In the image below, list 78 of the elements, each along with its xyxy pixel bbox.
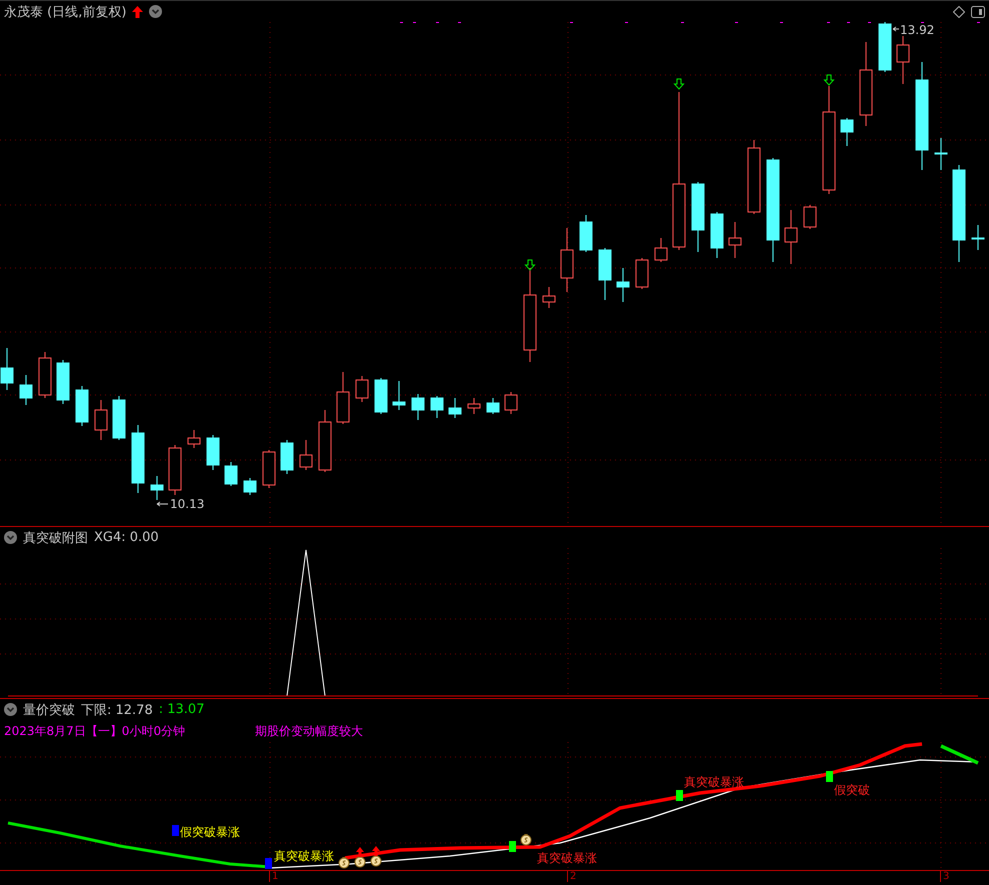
candlestick xyxy=(356,376,368,402)
info-text: 2023年8月7日【一】0小时0分钟 xyxy=(4,722,186,740)
candlestick xyxy=(206,434,220,470)
candlestick xyxy=(38,352,52,398)
chart-title: 永茂泰 (日线,前复权) xyxy=(4,4,126,20)
panel-toggle-icon[interactable] xyxy=(971,6,985,18)
candlestick xyxy=(616,268,630,302)
signal-label: 假突破 xyxy=(834,783,870,797)
pointer-icon xyxy=(892,26,900,32)
indicator-title: 量价突破 xyxy=(23,702,75,718)
candlestick xyxy=(804,204,816,230)
candlestick xyxy=(150,476,164,500)
candlestick xyxy=(468,398,480,414)
candlestick xyxy=(430,396,444,418)
candlestick xyxy=(168,444,182,496)
money-bag-icon xyxy=(370,855,382,866)
candlestick xyxy=(392,380,406,410)
candlestick xyxy=(728,222,742,258)
candlestick xyxy=(262,450,276,488)
candlestick xyxy=(934,138,948,170)
candlestick xyxy=(112,396,126,440)
collapse-icon[interactable] xyxy=(4,531,17,544)
collapse-icon[interactable] xyxy=(149,5,162,18)
candlestick xyxy=(56,360,70,404)
axis-label: 3 xyxy=(940,871,952,882)
candlestick xyxy=(580,214,592,252)
candlestick xyxy=(448,398,462,418)
candlestick xyxy=(0,348,14,390)
candlestick xyxy=(280,440,294,474)
candlestick xyxy=(878,22,892,72)
candlestick xyxy=(896,36,910,84)
candlestick xyxy=(654,238,668,262)
down-arrow-icon xyxy=(524,260,536,271)
diamond-icon[interactable] xyxy=(953,6,965,18)
money-bag-icon xyxy=(338,857,350,868)
money-bag-icon xyxy=(520,834,532,846)
candlestick xyxy=(374,378,388,414)
candlestick xyxy=(972,224,984,250)
candlestick xyxy=(318,410,332,472)
candlestick xyxy=(840,118,854,146)
candlestick xyxy=(132,424,144,494)
axis-label: 1 xyxy=(269,871,280,882)
candlestick xyxy=(336,372,350,424)
candlestick xyxy=(76,386,88,426)
up-arrow-icon xyxy=(132,6,144,18)
candlestick xyxy=(560,228,574,292)
price-label: 10.13 xyxy=(170,497,204,511)
pointer-icon xyxy=(156,502,168,506)
candlestick xyxy=(504,392,518,414)
candlestick xyxy=(300,440,312,470)
candlestick xyxy=(20,374,32,406)
collapse-icon[interactable] xyxy=(4,703,17,716)
candlestick xyxy=(710,212,724,258)
indicator-value: XG4: 0.00 xyxy=(94,530,159,545)
indicator-title: 真突破附图 xyxy=(23,530,88,546)
candlestick xyxy=(784,210,798,264)
candlestick xyxy=(692,182,704,252)
candlestick xyxy=(598,248,612,300)
axis-label: 2 xyxy=(567,871,578,882)
info-text: 期股价变动幅度较大 xyxy=(255,722,364,740)
money-bag-icon xyxy=(354,856,366,868)
down-arrow-icon xyxy=(673,78,685,90)
lower-limit-value: 下限: 12.78 xyxy=(81,702,153,718)
down-arrow-icon xyxy=(823,74,835,86)
signal-label: 真突破暴涨 xyxy=(274,849,334,863)
indicator-value: : 13.07 xyxy=(158,702,204,717)
candlestick xyxy=(412,394,424,420)
candlestick xyxy=(636,258,648,290)
price-label: 13.92 xyxy=(900,23,934,37)
signal-label: 真突破暴涨 xyxy=(537,851,597,865)
candlestick xyxy=(486,398,500,414)
signal-label: 真突破暴涨 xyxy=(684,775,744,789)
candlestick xyxy=(244,478,256,496)
candlestick xyxy=(94,400,108,440)
candlestick xyxy=(224,462,238,486)
signal-label: 假突破暴涨 xyxy=(180,825,240,839)
candlestick xyxy=(542,286,556,308)
candlestick xyxy=(188,430,200,448)
